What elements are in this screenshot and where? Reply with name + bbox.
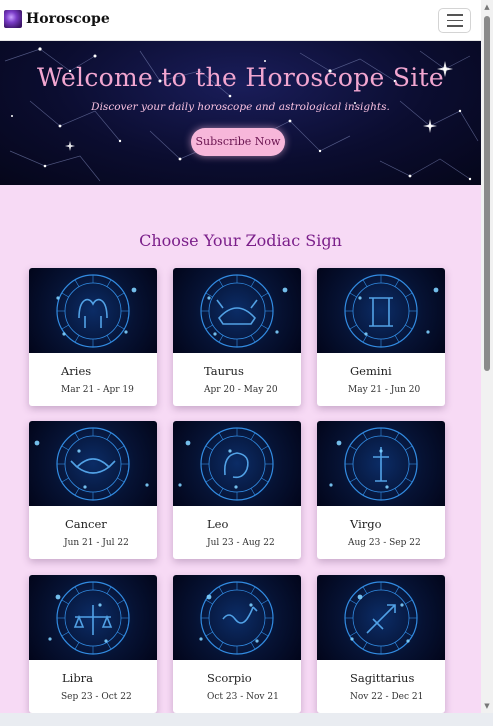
zodiac-card-dates: Sep 23 - Oct 22	[61, 692, 132, 702]
scroll-up-arrow-icon[interactable]: ▲	[481, 0, 493, 14]
zodiac-card-name: Aries	[61, 364, 92, 378]
zodiac-card-name: Taurus	[204, 364, 244, 378]
hamburger-menu-icon-line	[446, 19, 463, 22]
zodiac-wheel-graphic	[199, 581, 274, 655]
zodiac-card-name: Sagittarius	[350, 671, 415, 685]
hamburger-menu-icon-line	[446, 14, 463, 16]
brand-link[interactable]: Horoscope	[4, 10, 110, 28]
zodiac-card-dates: Jun 21 - Jul 22	[64, 538, 129, 548]
zodiac-card-name: Leo	[207, 517, 229, 531]
zodiac-card-virgo[interactable]: Virgo Aug 23 - Sep 22	[317, 421, 445, 559]
zodiac-wheel-graphic	[344, 581, 418, 655]
libra-scales-icon	[29, 575, 157, 660]
zodiac-card-name: Virgo	[350, 517, 382, 531]
vertical-scrollbar[interactable]: ▲ ▼	[481, 0, 493, 713]
zodiac-wheel-graphic	[48, 581, 130, 655]
sagittarius-archer-icon	[317, 575, 445, 660]
zodiac-card-dates: Jul 23 - Aug 22	[207, 538, 275, 548]
virgo-maiden-icon	[317, 421, 445, 506]
hero-banner: Welcome to the Horoscope Site Discover y…	[0, 41, 481, 185]
zodiac-wheel-graphic	[329, 427, 418, 501]
hero-title: Welcome to the Horoscope Site	[36, 63, 445, 92]
zodiac-wheel-graphic	[178, 427, 274, 501]
scroll-down-arrow-icon[interactable]: ▼	[481, 699, 493, 713]
subscribe-now-button[interactable]: Subscribe Now	[191, 128, 285, 156]
zodiac-card-dates: Oct 23 - Nov 21	[207, 692, 279, 702]
zodiac-card-name: Libra	[62, 671, 94, 685]
zodiac-wheel-graphic	[56, 274, 137, 348]
zodiac-card-dates: Nov 22 - Dec 21	[350, 692, 424, 702]
aries-ram-icon	[29, 268, 157, 353]
zodiac-card-dates: Apr 20 - May 20	[204, 385, 278, 395]
zodiac-wheel-graphic	[200, 274, 288, 348]
zodiac-wheel-graphic	[344, 274, 439, 348]
hero-subtitle: Discover your daily horoscope and astrol…	[91, 101, 390, 113]
scorpio-scorpion-icon	[173, 575, 301, 660]
zodiac-card-taurus[interactable]: Taurus Apr 20 - May 20	[173, 268, 301, 406]
cancer-crab-icon	[29, 421, 157, 506]
zodiac-card-cancer[interactable]: Cancer Jun 21 - Jul 22	[29, 421, 157, 559]
scrollbar-thumb[interactable]	[484, 16, 490, 371]
taurus-bull-icon	[173, 268, 301, 353]
zodiac-card-leo[interactable]: Leo Jul 23 - Aug 22	[173, 421, 301, 559]
navbar: Horoscope	[0, 0, 481, 41]
zodiac-card-name: Scorpio	[207, 671, 252, 685]
horoscope-logo-icon	[4, 10, 22, 28]
zodiac-card-sagittarius[interactable]: Sagittarius Nov 22 - Dec 21	[317, 575, 445, 713]
page-viewport: Horoscope Welcome to the Horoscope Site …	[0, 0, 481, 713]
gemini-twins-icon	[317, 268, 445, 353]
zodiac-card-name: Gemini	[350, 364, 392, 378]
zodiac-card-aries[interactable]: Aries Mar 21 - Apr 19	[29, 268, 157, 406]
zodiac-section-title: Choose Your Zodiac Sign	[139, 231, 342, 250]
zodiac-card-dates: Mar 21 - Apr 19	[61, 385, 134, 395]
leo-lion-icon	[173, 421, 301, 506]
zodiac-card-gemini[interactable]: Gemini May 21 - Jun 20	[317, 268, 445, 406]
zodiac-card-dates: Aug 23 - Sep 22	[348, 538, 421, 548]
zodiac-card-libra[interactable]: Libra Sep 23 - Oct 22	[29, 575, 157, 713]
brand-name: Horoscope	[26, 11, 110, 27]
menu-toggle-button[interactable]	[438, 8, 471, 33]
window-bottom-edge	[0, 713, 493, 726]
zodiac-card-dates: May 21 - Jun 20	[348, 385, 421, 395]
zodiac-card-scorpio[interactable]: Scorpio Oct 23 - Nov 21	[173, 575, 301, 713]
hamburger-menu-icon-line	[446, 25, 463, 27]
zodiac-wheel-graphic	[34, 427, 149, 501]
zodiac-card-name: Cancer	[65, 517, 107, 531]
